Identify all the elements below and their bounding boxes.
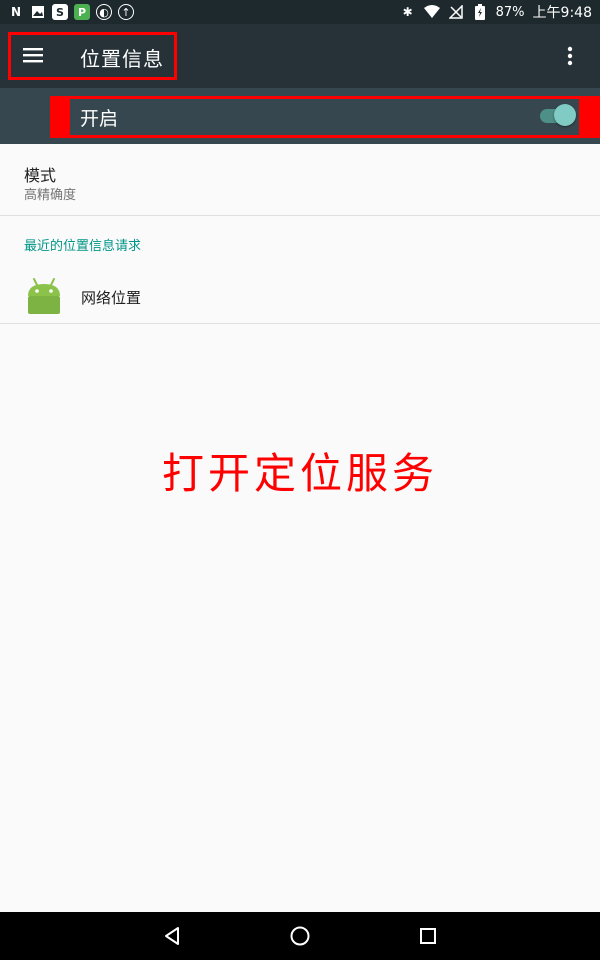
n-icon: N bbox=[10, 5, 22, 19]
home-circle-icon bbox=[290, 926, 310, 946]
list-item[interactable]: 网络位置 bbox=[0, 266, 600, 324]
annotation-text: 打开定位服务 bbox=[161, 449, 438, 498]
image-icon bbox=[30, 4, 46, 20]
status-right: ✱ 87% 上午9:48 bbox=[400, 2, 592, 22]
home-button[interactable] bbox=[288, 924, 312, 948]
upload-icon: ↑ bbox=[118, 4, 134, 20]
annotation-bar-right bbox=[580, 96, 600, 138]
request-item-label: 网络位置 bbox=[81, 289, 142, 307]
back-button[interactable] bbox=[160, 924, 184, 948]
bluetooth-icon: ✱ bbox=[402, 5, 413, 19]
recent-requests-header: 最近的位置信息请求 bbox=[24, 239, 142, 254]
navigation-bar bbox=[0, 912, 600, 960]
wifi-icon bbox=[423, 4, 440, 20]
annotation-box-title bbox=[8, 32, 177, 80]
annotation-box-toggle bbox=[66, 96, 582, 138]
mode-setting[interactable]: 模式 高精确度 bbox=[0, 144, 600, 216]
status-left-icons: N S P ◐ ↑ bbox=[8, 4, 134, 20]
more-options-button[interactable] bbox=[560, 42, 580, 70]
android-icon bbox=[28, 278, 60, 314]
recents-square-icon bbox=[420, 928, 436, 944]
battery-percent: 87% bbox=[495, 4, 525, 20]
recents-button[interactable] bbox=[416, 924, 440, 948]
p-icon: P bbox=[74, 4, 90, 20]
mode-title: 模式 bbox=[24, 166, 57, 185]
clock: 上午9:48 bbox=[532, 5, 592, 21]
globe-icon: ◐ bbox=[96, 4, 112, 20]
s-icon: S bbox=[52, 4, 68, 20]
battery-icon bbox=[472, 4, 488, 20]
more-vert-icon bbox=[567, 46, 573, 66]
status-bar: N S P ◐ ↑ ✱ 87% 上午9:48 bbox=[0, 0, 600, 24]
mode-subtitle: 高精确度 bbox=[24, 188, 77, 203]
no-signal-icon bbox=[448, 4, 464, 20]
back-triangle-icon bbox=[165, 927, 179, 945]
